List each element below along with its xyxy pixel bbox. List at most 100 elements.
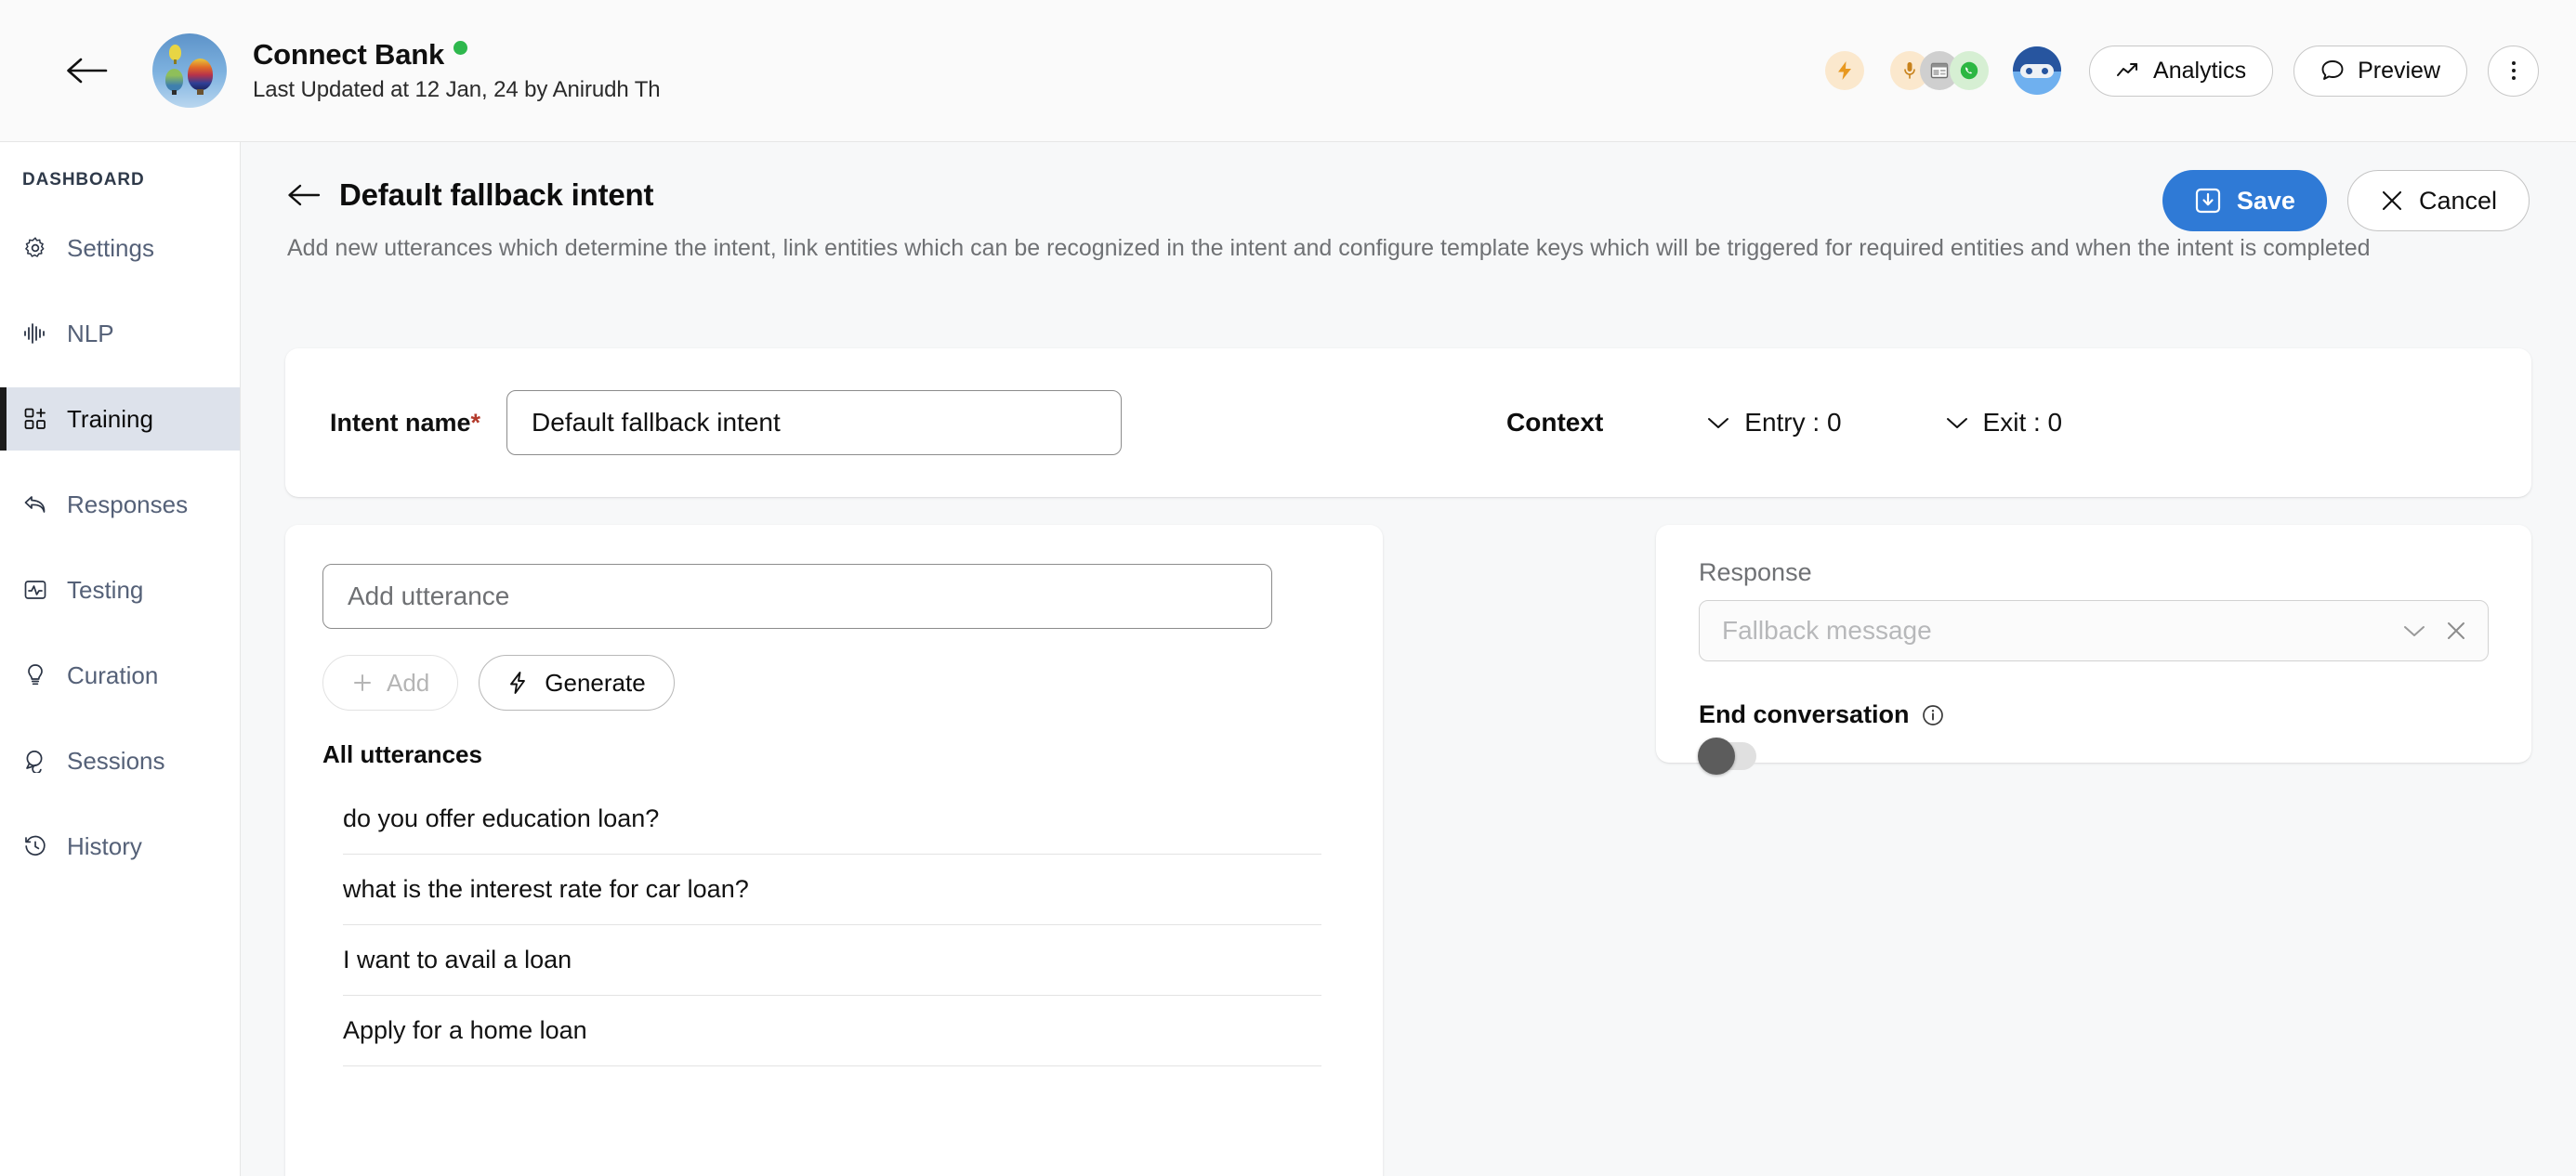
sidebar-item-label: Sessions	[67, 746, 165, 775]
save-download-icon	[2195, 188, 2220, 214]
exit-context-label: Exit : 0	[1982, 408, 2063, 437]
channel-icon-stack[interactable]	[1890, 51, 1990, 90]
page-header: Default fallback intent Add new utteranc…	[241, 142, 2576, 265]
end-conversation-toggle[interactable]	[1698, 738, 1756, 775]
main-content: Default fallback intent Add new utteranc…	[241, 142, 2576, 1176]
ninja-eye-left	[2026, 68, 2033, 74]
chevron-down-icon	[1946, 418, 1967, 428]
sidebar-item-label: Curation	[67, 660, 159, 689]
online-status-dot	[453, 40, 468, 55]
utterance-text: I want to avail a loan	[343, 946, 572, 973]
more-options-button[interactable]	[2488, 45, 2539, 97]
sidebar-item-label: Testing	[67, 575, 144, 604]
sidebar-item-curation[interactable]: Curation	[0, 644, 240, 707]
sidebar-item-label: Settings	[67, 233, 154, 262]
sidebar-item-training[interactable]: Training	[0, 387, 240, 451]
analytics-button[interactable]: Analytics	[2089, 45, 2274, 97]
response-placeholder: Fallback message	[1722, 616, 1932, 645]
kebab-dot-3	[2511, 76, 2516, 80]
utterance-text: do you offer education loan?	[343, 804, 660, 832]
sidebar-item-nlp[interactable]: NLP	[0, 302, 240, 365]
response-select[interactable]: Fallback message	[1699, 600, 2489, 661]
sidebar-item-responses[interactable]: Responses	[0, 473, 240, 536]
chevron-down-icon	[2404, 626, 2425, 636]
clock-rewind-icon	[22, 833, 48, 859]
cancel-button[interactable]: Cancel	[2346, 170, 2530, 231]
cancel-label: Cancel	[2418, 186, 2497, 215]
preview-label: Preview	[2358, 57, 2440, 84]
list-item[interactable]: Apply for a home loan	[343, 996, 1321, 1066]
page-action-buttons: Save Cancel	[2162, 170, 2530, 231]
gear-icon	[22, 235, 48, 261]
sidebar-item-history[interactable]: History	[0, 815, 240, 878]
entry-context-dropdown[interactable]: Entry : 0	[1705, 408, 1842, 438]
last-updated-text: Last Updated at 12 Jan, 24 by Anirudh Th	[253, 77, 661, 103]
preview-button[interactable]: Preview	[2293, 45, 2467, 97]
sidebar-item-sessions[interactable]: Sessions	[0, 729, 240, 792]
plus-icon	[354, 674, 371, 691]
intent-name-card: Intent name* Context Entry : 0 Exit : 0	[285, 348, 2531, 497]
waveform-icon	[22, 320, 48, 346]
pulse-box-icon	[22, 577, 48, 603]
utterance-actions: Add Generate	[322, 655, 1346, 711]
intent-name-label: Intent name*	[330, 409, 480, 438]
sidebar-nav: DASHBOARD Settings NLP Training Response…	[0, 142, 241, 1176]
utterances-list: do you offer education loan? what is the…	[322, 784, 1346, 1066]
list-item[interactable]: I want to avail a loan	[343, 925, 1321, 996]
kebab-dot-1	[2511, 61, 2516, 65]
generate-label: Generate	[545, 668, 646, 697]
lightning-channel-icon[interactable]	[1825, 51, 1865, 90]
toggle-knob	[1698, 738, 1735, 775]
page-title: Default fallback intent	[339, 177, 654, 212]
utterance-text: Apply for a home loan	[343, 1016, 587, 1044]
bot-name: Connect Bank	[253, 37, 445, 71]
trend-up-icon	[2117, 63, 2138, 76]
entry-context-label: Entry : 0	[1744, 408, 1842, 437]
save-button[interactable]: Save	[2162, 170, 2327, 231]
exit-context-dropdown[interactable]: Exit : 0	[1944, 408, 2063, 438]
response-dropdown-toggle[interactable]	[2400, 621, 2428, 640]
page-description: Add new utterances which determine the i…	[287, 235, 2371, 261]
required-asterisk: *	[470, 408, 481, 437]
list-item[interactable]: do you offer education loan?	[343, 784, 1321, 855]
generate-utterances-button[interactable]: Generate	[479, 655, 675, 711]
balloon-medium-icon	[165, 69, 183, 95]
response-clear-button[interactable]	[2445, 620, 2467, 642]
kebab-dot-2	[2511, 69, 2516, 72]
all-utterances-title: All utterances	[322, 740, 482, 768]
add-utterance-input[interactable]	[322, 564, 1272, 629]
info-icon[interactable]	[1921, 703, 1945, 727]
utterances-card: Add Generate All utterances do you offer…	[285, 525, 1383, 1176]
page-back-button[interactable]	[287, 183, 321, 207]
context-controls: Context Entry : 0 Exit : 0	[1506, 408, 2062, 438]
intent-name-label-text: Intent name	[330, 408, 471, 437]
sidebar-item-testing[interactable]: Testing	[0, 558, 240, 621]
ninja-eye-right	[2042, 68, 2049, 74]
intent-name-input[interactable]	[506, 390, 1123, 455]
bot-avatar[interactable]	[152, 33, 227, 108]
chevron-down-icon	[1708, 418, 1729, 428]
analytics-label: Analytics	[2153, 57, 2247, 84]
end-conversation-row: End conversation	[1699, 700, 2489, 729]
lightbulb-icon	[22, 662, 48, 688]
close-icon	[2382, 190, 2402, 211]
chat-bubble-icon	[2321, 60, 2344, 80]
assistant-avatar-icon[interactable]	[2013, 46, 2062, 95]
chat-bubbles-icon	[22, 748, 48, 774]
app-header: Connect Bank Last Updated at 12 Jan, 24 …	[0, 0, 2576, 142]
end-conversation-label: End conversation	[1699, 700, 1910, 728]
close-icon	[2448, 622, 2464, 639]
list-item[interactable]: what is the interest rate for car loan?	[343, 855, 1321, 925]
header-back-button[interactable]	[58, 42, 115, 99]
sidebar-item-label: Training	[67, 404, 153, 433]
response-label: Response	[1699, 558, 1812, 586]
sidebar-item-label: NLP	[67, 319, 114, 347]
balloon-large-icon	[188, 59, 213, 95]
header-actions: Analytics Preview	[1825, 45, 2539, 97]
lightning-bolt-icon	[510, 672, 526, 694]
add-utterance-button[interactable]: Add	[322, 655, 459, 711]
reply-arrow-icon	[22, 491, 48, 517]
save-label: Save	[2236, 186, 2295, 215]
whatsapp-channel-icon[interactable]	[1950, 51, 1990, 90]
sidebar-item-settings[interactable]: Settings	[0, 216, 240, 280]
